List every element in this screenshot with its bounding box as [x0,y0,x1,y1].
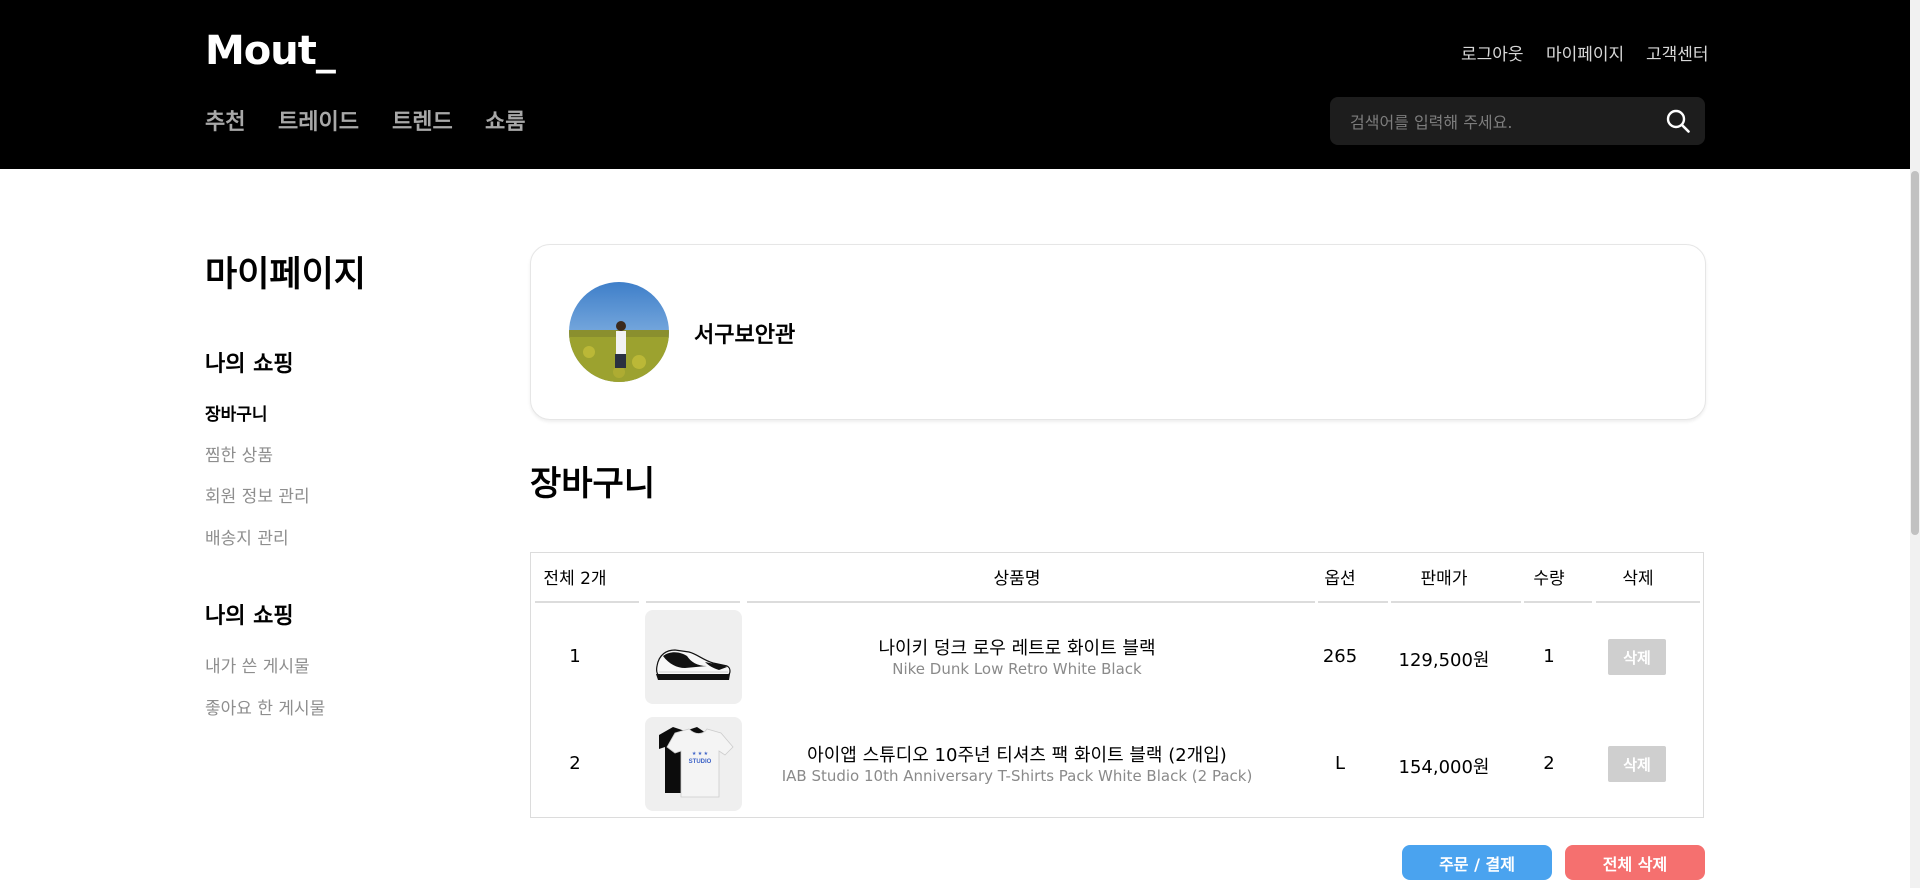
sidebar-item-my-posts[interactable]: 내가 쓴 게시물 [205,652,310,677]
product-image-sneaker[interactable] [645,610,742,704]
header-option: 옵션 [1324,569,1356,589]
header-divider [1596,601,1700,603]
sidebar-item-shipping[interactable]: 배송지 관리 [205,524,289,549]
sidebar-section-shopping: 나의 쇼핑 [205,352,294,377]
product-option: L [1334,753,1346,774]
delete-item-button[interactable]: 삭제 [1608,746,1666,782]
delete-item-button[interactable]: 삭제 [1608,639,1666,675]
sidebar-item-cart[interactable]: 장바구니 [205,400,268,425]
product-name-en: Nike Dunk Low Retro White Black [892,660,1142,678]
product-quantity: 2 [1543,753,1555,774]
scrollbar-thumb[interactable] [1911,171,1919,535]
row-number: 1 [569,646,581,667]
site-header: Mout_ 로그아웃 마이페이지 고객센터 추천 트레이드 트렌드 쇼룸 [0,0,1910,169]
product-name-ko[interactable]: 나이키 덩크 로우 레트로 화이트 블랙 [878,634,1155,660]
row-number: 2 [569,753,581,774]
sidebar-item-member-info[interactable]: 회원 정보 관리 [205,482,310,507]
header-divider [1524,601,1592,603]
avatar[interactable] [569,282,669,382]
search-input[interactable] [1348,109,1652,135]
header-product-name: 상품명 [993,569,1041,589]
header-delete: 삭제 [1622,569,1654,589]
customer-center-link[interactable]: 고객센터 [1646,40,1709,65]
header-total: 전체 2개 [543,569,607,589]
sidebar-item-wishlist[interactable]: 찜한 상품 [205,441,273,466]
header-price: 판매가 [1420,569,1468,589]
header-divider [535,601,639,603]
cart-title: 장바구니 [530,464,656,504]
profile-name: 서구보안관 [694,323,796,348]
header-divider [747,601,1315,603]
product-quantity: 1 [1543,646,1555,667]
nav-trend[interactable]: 트렌드 [392,104,453,136]
search-icon[interactable] [1665,108,1691,134]
product-image-tshirt[interactable]: ★ ★ ★ STUDIO [645,717,742,811]
product-price: 154,000원 [1398,757,1490,778]
product-name-en: IAB Studio 10th Anniversary T-Shirts Pac… [781,767,1253,785]
nav-showroom[interactable]: 쇼룸 [485,104,525,136]
header-divider [646,601,740,603]
delete-all-button[interactable]: 전체 삭제 [1565,845,1705,880]
nav-recommend[interactable]: 추천 [205,104,245,136]
product-price: 129,500원 [1398,650,1490,671]
sidebar-section-posts: 나의 쇼핑 [205,604,294,629]
order-checkout-button[interactable]: 주문 / 결제 [1402,845,1552,880]
header-divider [1391,601,1521,603]
logout-link[interactable]: 로그아웃 [1461,40,1524,65]
mypage-title: 마이페이지 [205,255,367,295]
site-logo[interactable]: Mout_ [205,28,336,74]
header-quantity: 수량 [1533,569,1565,589]
nav-trade[interactable]: 트레이드 [278,104,359,136]
svg-text:STUDIO: STUDIO [689,759,712,765]
header-divider [1318,601,1388,603]
profile-card: 서구보안관 [530,244,1706,420]
product-name-ko[interactable]: 아이앱 스튜디오 10주년 티셔츠 팩 화이트 블랙 (2개입) [807,741,1227,767]
sidebar-item-liked-posts[interactable]: 좋아요 한 게시물 [205,694,325,719]
search-bar [1330,97,1705,145]
product-option: 265 [1322,646,1358,667]
svg-text:★ ★ ★: ★ ★ ★ [692,751,709,757]
mypage-link[interactable]: 마이페이지 [1546,40,1624,65]
